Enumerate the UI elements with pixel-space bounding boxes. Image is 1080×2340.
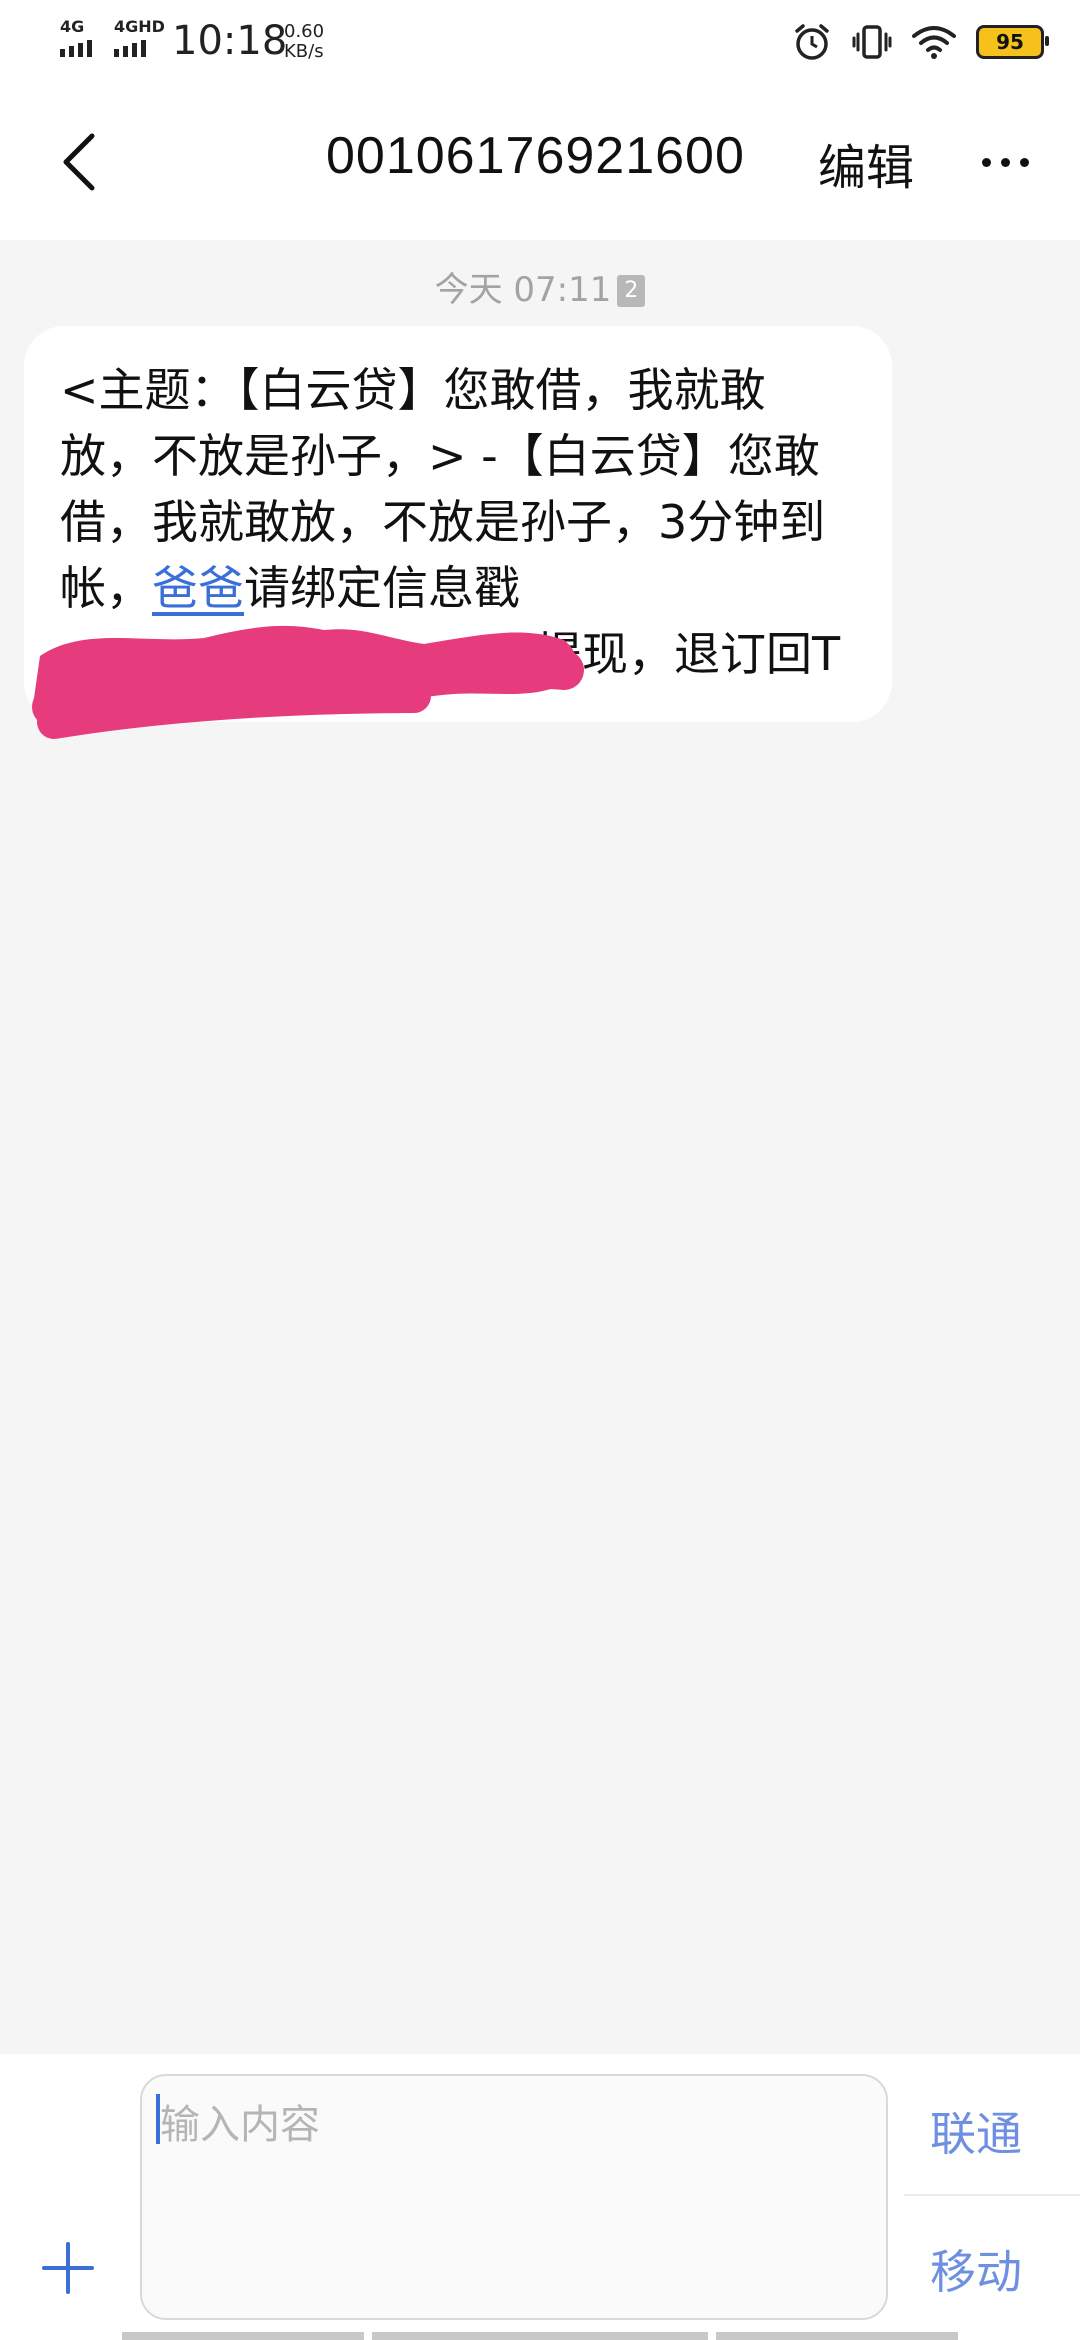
send-sim1-button[interactable]: 联通 bbox=[930, 2098, 1022, 2164]
signal-bars-icon bbox=[114, 40, 165, 57]
message-bubble[interactable]: <主题：【白云贷】您敢借，我就敢 放，不放是孙子，> -【白云贷】您敢 借，我就… bbox=[24, 326, 892, 739]
contact-number-title: 00106176921600 bbox=[326, 127, 745, 185]
battery-level: 95 bbox=[996, 30, 1024, 54]
battery-icon: 95 bbox=[976, 25, 1049, 59]
nav-bar-segment bbox=[716, 2332, 958, 2340]
nav-bar-segment bbox=[122, 2332, 364, 2340]
more-dot bbox=[1001, 157, 1010, 167]
back-button[interactable] bbox=[52, 130, 112, 194]
signal-indicator-2: 4GHD bbox=[114, 17, 165, 57]
chevron-left-icon bbox=[63, 133, 95, 191]
edit-button[interactable]: 编辑 bbox=[818, 128, 914, 198]
alarm-icon bbox=[795, 24, 829, 60]
more-button[interactable] bbox=[982, 152, 1042, 172]
clock: 10:18 bbox=[172, 18, 288, 64]
message-input-placeholder: 输入内容 bbox=[160, 2102, 320, 2148]
signal-label-2: 4GHD bbox=[114, 17, 165, 36]
send-sim2-button[interactable]: 移动 bbox=[930, 2236, 1022, 2302]
network-speed-value: 0.60 bbox=[284, 21, 325, 42]
timestamp-text: 今天 07:11 bbox=[434, 270, 612, 310]
add-attachment-button[interactable] bbox=[40, 2240, 96, 2296]
network-speed-unit: KB/s bbox=[284, 41, 324, 62]
sim-card-badge: 2 bbox=[617, 275, 646, 307]
divider bbox=[904, 2194, 1080, 2196]
message-timestamp: 今天 07:11 2 bbox=[0, 262, 1080, 311]
system-icons: 95 bbox=[792, 18, 1049, 66]
composer: 输入内容 联通 移动 bbox=[0, 2054, 1080, 2340]
signal-bars-icon bbox=[60, 40, 92, 57]
status-bar: 4G 4GHD 10:18 0.60 KB/s 95 bbox=[0, 0, 1080, 84]
redaction-scribble bbox=[32, 625, 584, 739]
network-speed: 0.60 KB/s bbox=[284, 22, 324, 62]
more-dot bbox=[982, 157, 991, 167]
plus-icon bbox=[42, 2242, 94, 2294]
vibrate-icon bbox=[852, 25, 892, 59]
more-dot bbox=[1020, 157, 1029, 167]
message-input[interactable]: 输入内容 bbox=[140, 2074, 888, 2320]
signal-indicator-1: 4G bbox=[60, 17, 92, 57]
signal-label-1: 4G bbox=[60, 17, 85, 36]
wifi-icon bbox=[912, 26, 956, 59]
nav-bar-segment bbox=[372, 2332, 708, 2340]
conversation-header: 00106176921600 编辑 bbox=[0, 84, 1080, 240]
